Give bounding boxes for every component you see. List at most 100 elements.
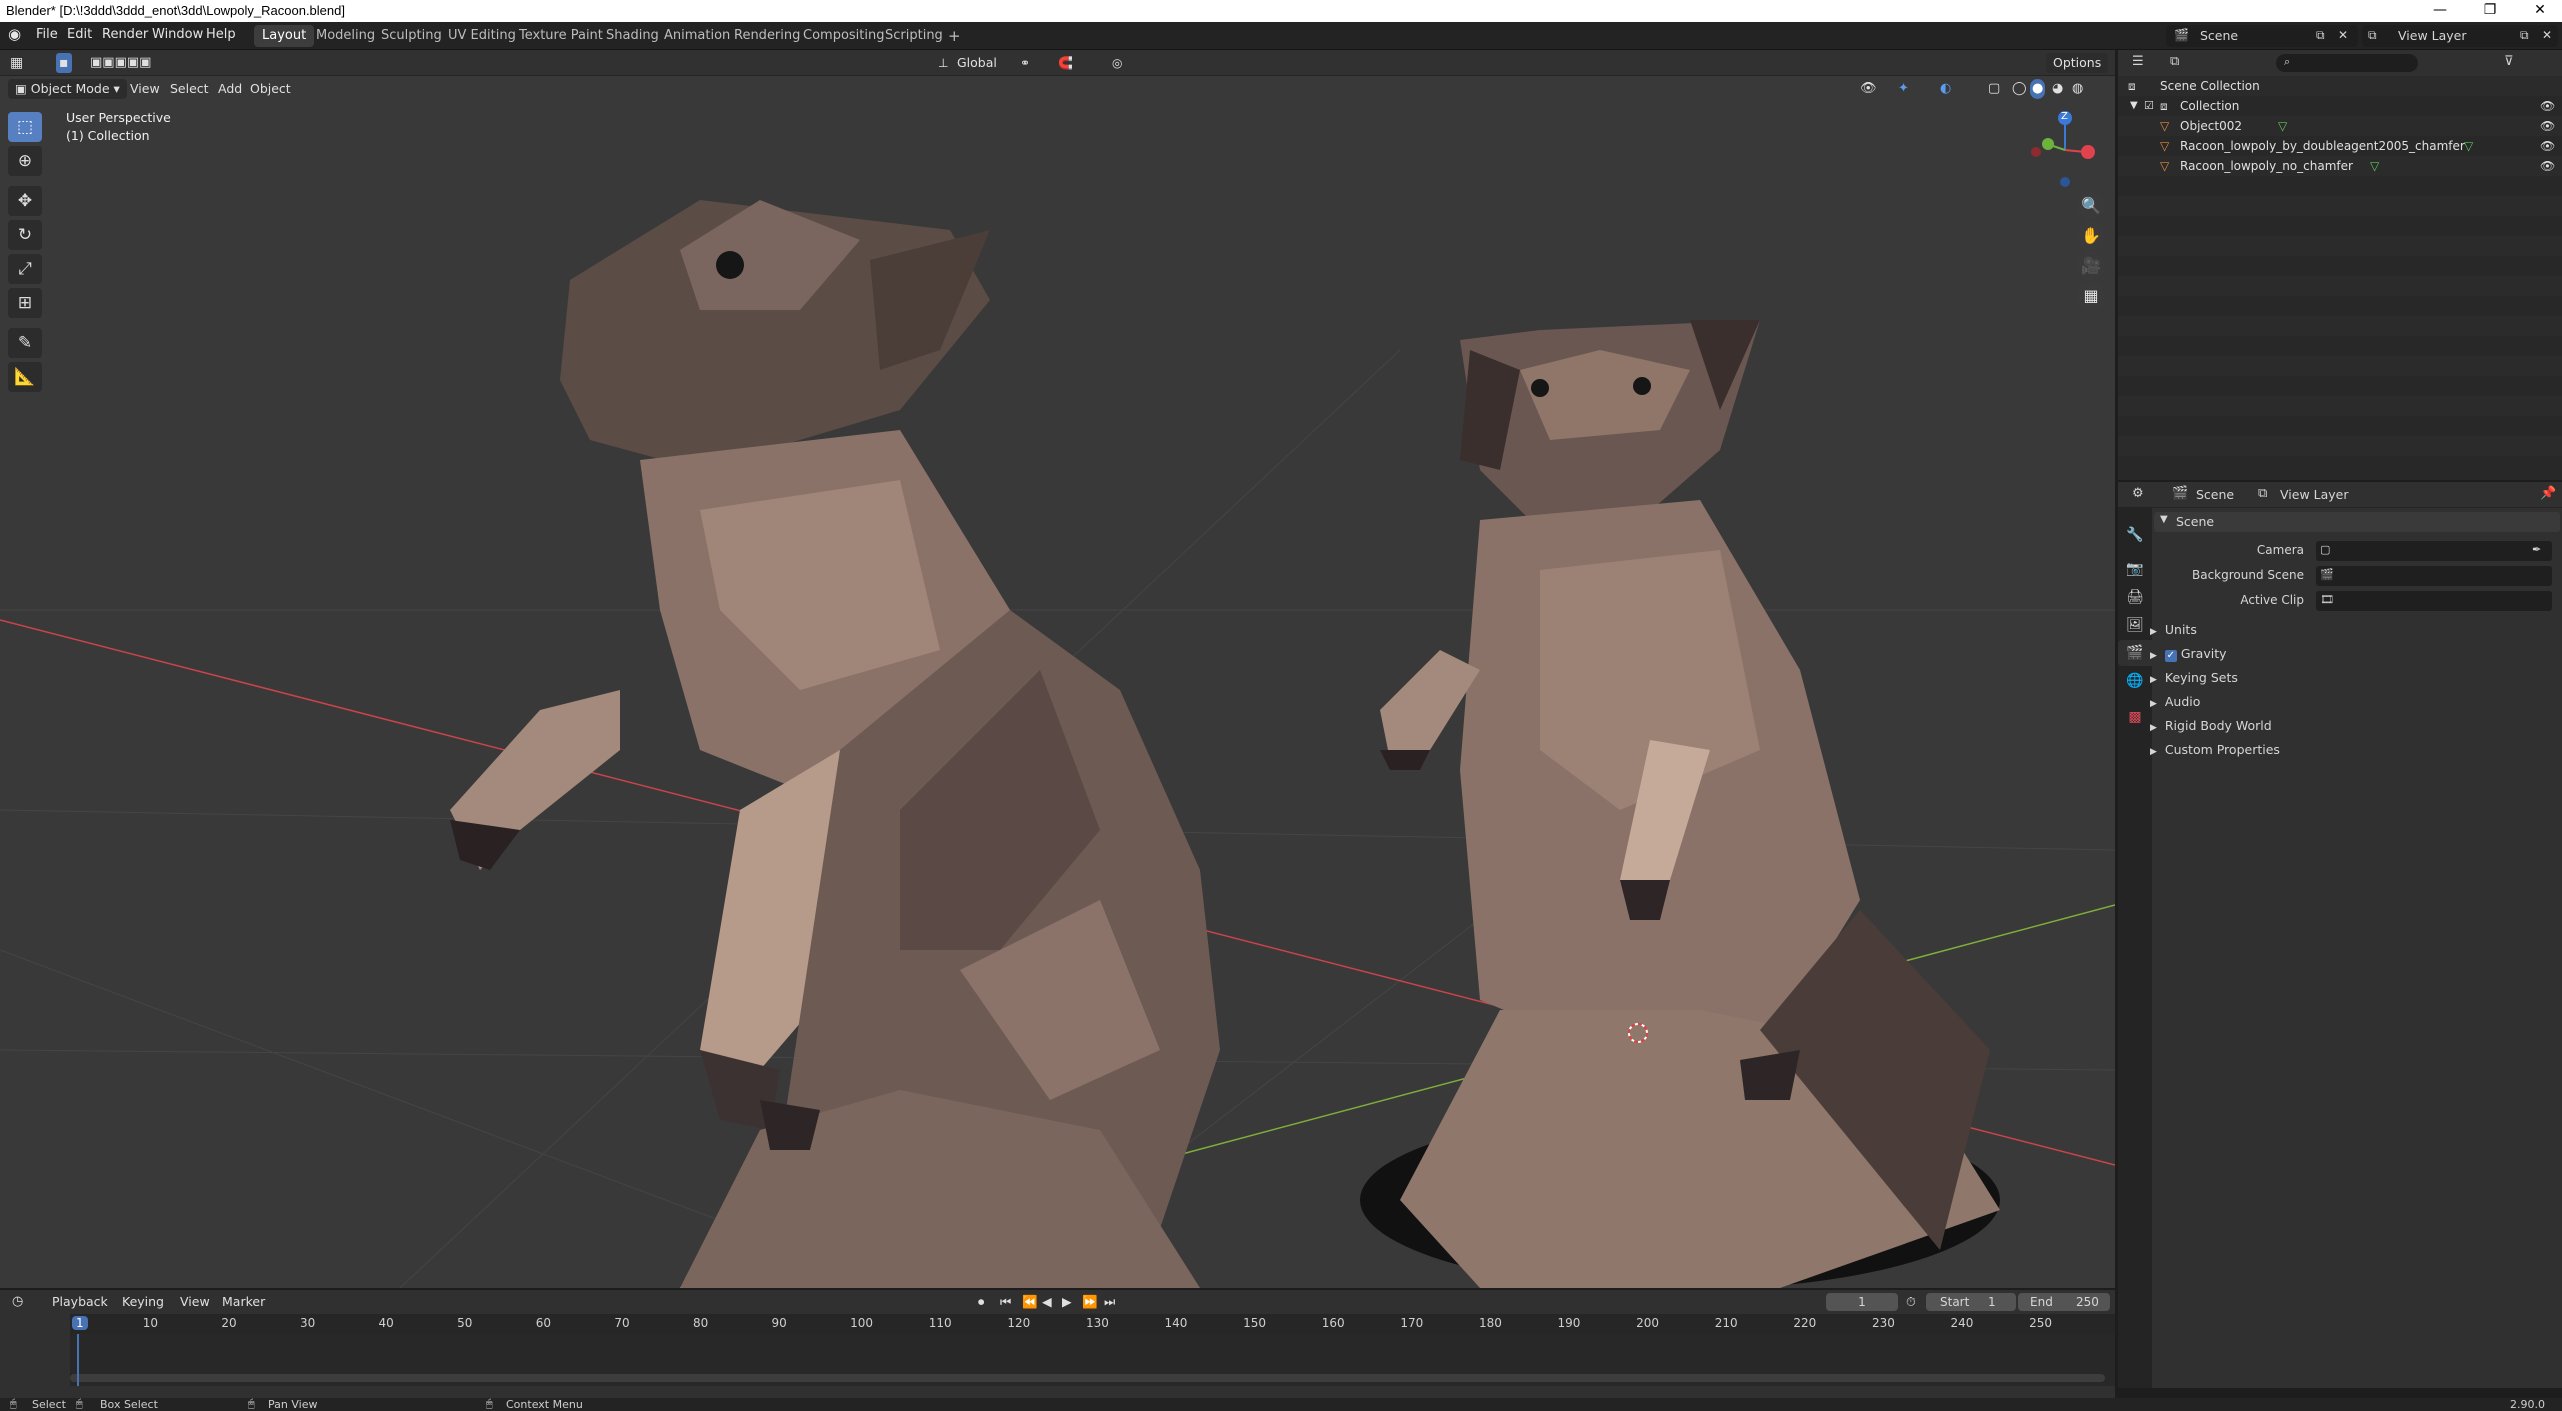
timeline-ruler[interactable]: 1 10 20 30 40 50 60 70 80 90 100 110 120 130 140 150 160…	[70, 1314, 2115, 1334]
annotate-tool-icon[interactable]: ✎	[8, 328, 42, 358]
tab-sculpting[interactable]: Sculpting	[373, 25, 450, 47]
shading-wireframe-icon[interactable]: ◯	[2012, 79, 2027, 99]
record-icon[interactable]: ⏺	[978, 1292, 984, 1312]
camera-view-icon[interactable]: 🎥	[2077, 252, 2105, 280]
menu-playback[interactable]: Playback	[52, 1292, 108, 1312]
outliner-row-object002[interactable]: ▽ Object002 ▽ 👁	[2118, 116, 2562, 136]
menu-render[interactable]: Render	[102, 27, 148, 42]
menu-window[interactable]: Window	[152, 27, 203, 42]
minimize-button[interactable]: —	[2420, 2, 2460, 20]
background-scene-field[interactable]: 🎬	[2316, 566, 2552, 586]
eyedropper-icon[interactable]: ✒	[2532, 543, 2541, 556]
menu-keying[interactable]: Keying	[122, 1292, 164, 1312]
outliner-editor-type-icon[interactable]: ☰	[2132, 54, 2144, 69]
visibility-eye-icon[interactable]: 👁	[2540, 136, 2555, 156]
navigation-gizmo[interactable]	[2031, 111, 2095, 187]
menu-timeline-view[interactable]: View	[180, 1292, 210, 1312]
subsection-rigid-body-world[interactable]: ▶ Rigid Body World	[2150, 718, 2272, 733]
mesh-data-icon[interactable]: ▽	[2464, 136, 2473, 156]
copy-view-layer-icon[interactable]: ⧉	[2520, 28, 2529, 43]
shading-rendered-icon[interactable]: ◍	[2072, 79, 2083, 99]
zoom-icon[interactable]: 🔍	[2077, 192, 2105, 220]
play-reverse-icon[interactable]: ◀	[1042, 1292, 1052, 1312]
remove-scene-icon[interactable]: ✕	[2338, 28, 2348, 42]
cursor-tool-icon[interactable]: ⊕	[8, 146, 42, 176]
filter-icon[interactable]: ⊽	[2504, 54, 2514, 69]
snapping-icon[interactable]: 🧲	[1058, 53, 1073, 73]
properties-editor-type-icon[interactable]: ⚙	[2132, 486, 2144, 501]
view-layer-tab-icon[interactable]: 🖼	[2118, 612, 2152, 638]
end-frame-field[interactable]: End 250	[2018, 1293, 2110, 1311]
remove-view-layer-icon[interactable]: ✕	[2542, 28, 2552, 42]
preview-range-icon[interactable]: ⏱	[1906, 1292, 1916, 1312]
scale-tool-icon[interactable]: ⤢	[8, 254, 42, 284]
overlay-toggle-icon[interactable]: ◐	[1940, 79, 1951, 99]
start-frame-field[interactable]: Start 1	[1926, 1293, 2016, 1311]
expand-arrow-icon[interactable]: ▼	[2160, 514, 2168, 525]
view-layer-selector[interactable]: ⧉ View Layer ⧉ ✕	[2362, 25, 2558, 47]
playhead-line[interactable]	[77, 1334, 79, 1386]
add-workspace-button[interactable]: +	[940, 25, 969, 47]
play-icon[interactable]: ▶	[1062, 1292, 1072, 1312]
current-frame-field[interactable]: 1	[1826, 1293, 1898, 1311]
render-tab-icon[interactable]: 📷	[2118, 556, 2152, 582]
timeline-scrollbar[interactable]	[70, 1374, 2105, 1382]
tab-modeling[interactable]: Modeling	[308, 25, 383, 47]
subsection-gravity[interactable]: ▶ ✓ Gravity	[2150, 646, 2227, 662]
tab-texture-paint[interactable]: Texture Paint	[511, 25, 611, 47]
selection-mode-icons[interactable]: ▣▣▣▣▣	[90, 53, 151, 73]
menu-view[interactable]: View	[130, 79, 160, 99]
timeline-body[interactable]	[70, 1334, 2115, 1386]
next-keyframe-icon[interactable]: ⏩	[1082, 1292, 1098, 1312]
mesh-data-icon[interactable]: ▽	[2370, 156, 2379, 176]
menu-add[interactable]: Add	[218, 79, 242, 99]
transform-tool-icon[interactable]: ⊞	[8, 288, 42, 318]
copy-scene-icon[interactable]: ⧉	[2316, 28, 2325, 43]
camera-field[interactable]: ▢ ✒	[2316, 541, 2552, 561]
outliner-row-scene-collection[interactable]: ⧈ Scene Collection	[2118, 76, 2562, 96]
subsection-keying-sets[interactable]: ▶ Keying Sets	[2150, 670, 2238, 685]
raccoon-left-mesh[interactable]	[450, 200, 1220, 1288]
expand-arrow-icon[interactable]: ▼	[2130, 96, 2138, 116]
pin-icon[interactable]: 📌	[2540, 486, 2556, 501]
object-mode-dropdown[interactable]: ▣ Object Mode ▾	[8, 79, 127, 99]
outliner-row-collection[interactable]: ▼ ☑ ⧈ Collection 👁	[2118, 96, 2562, 116]
breadcrumb-scene[interactable]: Scene	[2196, 487, 2234, 502]
prev-keyframe-icon[interactable]: ⏪	[1022, 1292, 1038, 1312]
subsection-units[interactable]: ▶ Units	[2150, 622, 2197, 637]
editor-type-icon[interactable]: ▦	[10, 53, 23, 73]
menu-select[interactable]: Select	[170, 79, 209, 99]
rotate-tool-icon[interactable]: ↻	[8, 220, 42, 250]
menu-object[interactable]: Object	[250, 79, 291, 99]
select-mode-icon[interactable]: ▪	[56, 53, 72, 73]
options-dropdown[interactable]: Options	[2046, 53, 2109, 73]
menu-edit[interactable]: Edit	[67, 27, 92, 42]
subsection-custom-properties[interactable]: ▶ Custom Properties	[2150, 742, 2280, 757]
visibility-eye-icon[interactable]: 👁	[2540, 156, 2555, 176]
shading-solid-icon[interactable]: ●	[2030, 79, 2046, 99]
outliner-row-racoon-chamfer[interactable]: ▽ Racoon_lowpoly_by_doubleagent2005_cham…	[2118, 136, 2562, 156]
display-mode-icon[interactable]: ⧉	[2170, 54, 2179, 69]
timeline-editor-type-icon[interactable]: ◷	[12, 1292, 23, 1312]
breadcrumb-view-layer[interactable]: View Layer	[2280, 487, 2349, 502]
perspective-toggle-icon[interactable]: ▦	[2077, 282, 2105, 310]
select-box-tool-icon[interactable]: ⬚	[8, 112, 42, 142]
pan-hand-icon[interactable]: ✋	[2077, 222, 2105, 250]
mesh-data-icon[interactable]: ▽	[2278, 116, 2287, 136]
subsection-audio[interactable]: ▶ Audio	[2150, 694, 2200, 709]
visibility-icon[interactable]: 👁	[1860, 79, 1877, 99]
menu-marker[interactable]: Marker	[222, 1292, 265, 1312]
output-tab-icon[interactable]: 🖨	[2118, 584, 2152, 610]
xray-toggle-icon[interactable]: ▢	[1988, 79, 2000, 99]
world-tab-icon[interactable]: 🌐	[2118, 668, 2152, 694]
scene-tab-icon[interactable]: 🎬	[2118, 640, 2152, 666]
pivot-point-icon[interactable]: ⚭	[1020, 53, 1030, 73]
tool-tab-icon[interactable]: 🔧	[2118, 522, 2152, 548]
outliner-search-input[interactable]: ⌕	[2276, 54, 2418, 72]
proportional-editing-icon[interactable]: ◎	[1112, 53, 1122, 73]
raccoon-right-mesh[interactable]	[1360, 320, 2000, 1288]
shading-material-icon[interactable]: ◕	[2052, 79, 2063, 99]
jump-end-icon[interactable]: ⏭	[1104, 1292, 1115, 1312]
transform-orientation-dropdown[interactable]: Global	[957, 53, 997, 73]
3d-viewport[interactable]: ▦ ▪ ▣▣▣▣▣ ⊥ Global ⚭ 🧲 ◎ Options ▣ Objec…	[0, 50, 2115, 1288]
